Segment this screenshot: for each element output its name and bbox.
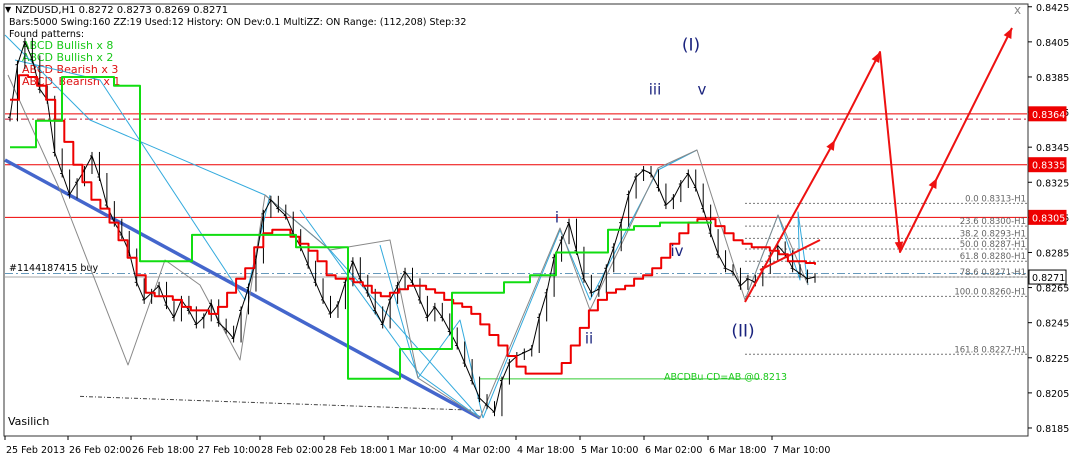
y-tick-label: 0.8385 (1036, 73, 1069, 84)
x-tick-label: 25 Feb 2013 (6, 445, 65, 456)
y-tick-label: 0.8265 (1036, 284, 1069, 295)
fib-level-label: 100.0 0.8260-H1 (954, 287, 1026, 297)
fib-level-label: 161.8 0.8227-H1 (954, 345, 1026, 355)
chart-window[interactable]: ▼ NZDUSD,H1 0.8272 0.8273 0.8269 0.8271 … (0, 0, 1071, 460)
x-tick-label: 26 Feb 02:00 (69, 445, 131, 456)
y-tick-label: 0.8405 (1036, 38, 1069, 49)
x-tick-label: 26 Feb 18:00 (132, 445, 194, 456)
close-icon[interactable]: x (1014, 3, 1021, 17)
x-tick-label: 1 Mar 10:00 (389, 445, 446, 456)
x-tick-label: 6 Mar 02:00 (645, 445, 702, 456)
price-level-tag-label: 0.8305 (1032, 213, 1065, 224)
wave-label: (I) (682, 36, 700, 56)
y-tick-label: 0.8205 (1036, 389, 1069, 400)
x-tick-label: 28 Feb 18:00 (325, 445, 387, 456)
y-tick-label: 0.8185 (1036, 424, 1069, 435)
order-label: #1144187415 buy (9, 263, 98, 274)
symbol-line: NZDUSD,H1 0.8272 0.8273 0.8269 0.8271 (15, 5, 228, 16)
y-tick-label: 0.8225 (1036, 354, 1069, 365)
price-chart[interactable]: ▼ NZDUSD,H1 0.8272 0.8273 0.8269 0.8271 … (0, 0, 1071, 460)
x-tick-label: 28 Feb 02:00 (261, 445, 323, 456)
fib-level-label: 0.0 0.8313-H1 (965, 194, 1026, 204)
fib-level-label: 38.2 0.8293-H1 (960, 229, 1026, 239)
abcd-label: ABCDBu CD=AB @0.8213 (664, 372, 787, 383)
y-tick-label: 0.8425 (1036, 3, 1069, 14)
y-tick-label: 0.8345 (1036, 143, 1069, 154)
wave-label: iii (649, 81, 662, 99)
price-level-tag-label: 0.8335 (1032, 161, 1065, 172)
wave-label: v (698, 81, 707, 99)
wave-label: iv (670, 242, 683, 260)
y-tick-label: 0.8325 (1036, 178, 1069, 189)
menu-glyph-icon[interactable]: ▼ (5, 5, 12, 14)
watermark-label: Vasilich (8, 415, 49, 428)
x-tick-label: 5 Mar 10:00 (581, 445, 638, 456)
price-level-tag-label: 0.8271 (1032, 273, 1065, 284)
fib-level-label: 78.6 0.8271-H1 (960, 268, 1026, 278)
wave-label: ii (585, 330, 593, 348)
fib-level-label: 23.6 0.8300-H1 (960, 217, 1026, 227)
fib-level-label: 61.8 0.8280-H1 (960, 252, 1026, 262)
y-tick-label: 0.8285 (1036, 248, 1069, 259)
x-tick-label: 4 Mar 18:00 (517, 445, 574, 456)
info-line: Bars:5000 Swing:160 ZZ:19 Used:12 Histor… (9, 17, 466, 28)
x-tick-label: 6 Mar 18:00 (709, 445, 766, 456)
y-tick-label: 0.8245 (1036, 319, 1069, 330)
x-tick-label: 27 Feb 10:00 (198, 445, 260, 456)
fib-level-label: 50.0 0.8287-H1 (960, 240, 1026, 250)
wave-label: (II) (731, 322, 754, 342)
x-tick-label: 4 Mar 02:00 (453, 445, 510, 456)
price-level-tag-label: 0.8364 (1032, 110, 1065, 121)
x-tick-label: 7 Mar 10:00 (773, 445, 830, 456)
wave-label: i (555, 209, 559, 227)
